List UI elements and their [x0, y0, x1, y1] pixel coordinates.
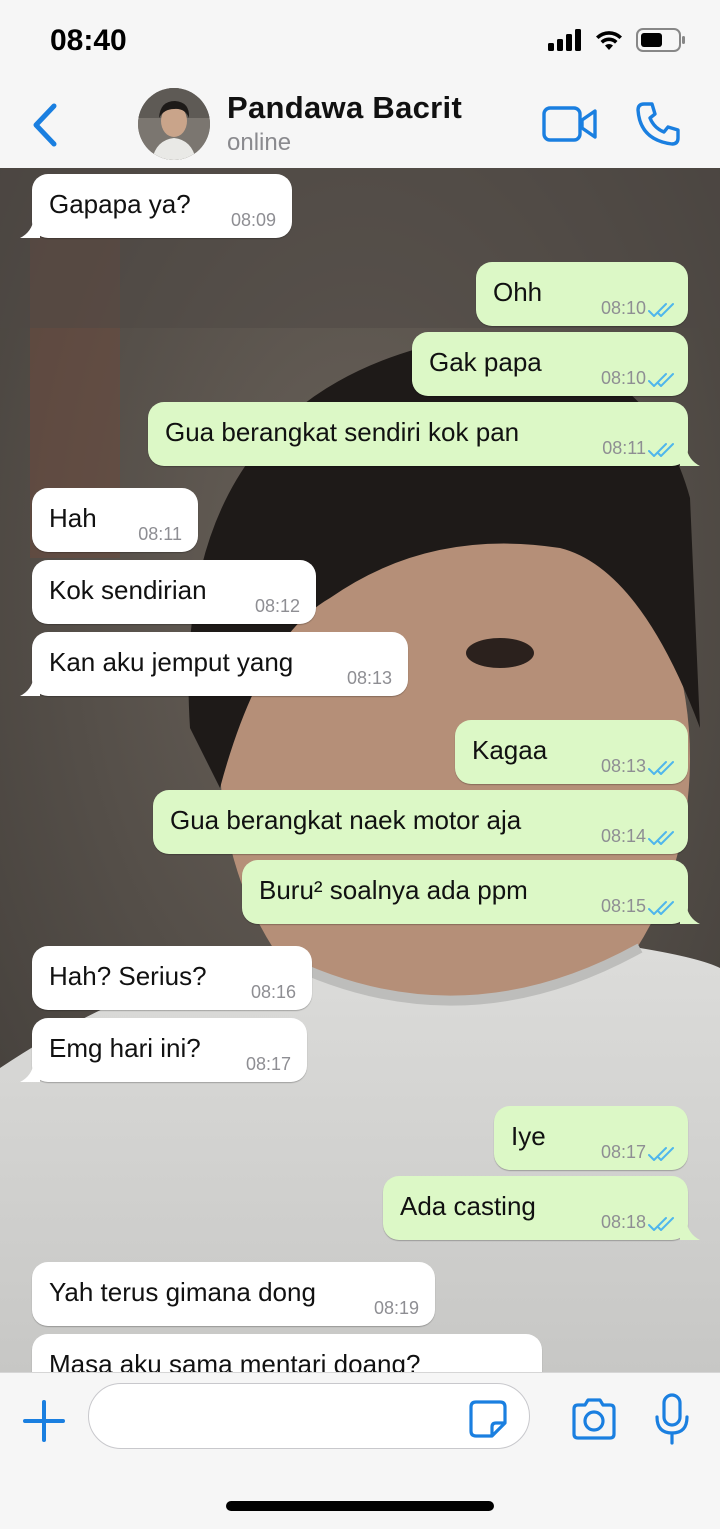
message-text: Gapapa ya?: [49, 189, 191, 219]
outgoing-message[interactable]: Gak papa 08:10: [412, 332, 688, 396]
read-receipt-ticks-icon: [648, 1217, 674, 1231]
read-receipt-ticks-icon: [648, 761, 674, 775]
input-bar: [0, 1372, 720, 1529]
microphone-icon[interactable]: [654, 1393, 690, 1445]
bubble-tail: [20, 218, 40, 238]
read-receipt-ticks-icon: [648, 901, 674, 915]
chat-header: Pandawa Bacrit online: [0, 84, 720, 169]
contact-status: online: [227, 129, 292, 156]
message-time: 08:17: [600, 1142, 646, 1162]
message-input[interactable]: [88, 1383, 530, 1449]
outgoing-message[interactable]: Buru² soalnya ada ppm 08:15: [242, 860, 700, 924]
message-text: Gua berangkat sendiri kok pan: [165, 417, 520, 447]
incoming-message[interactable]: Hah? Serius? 08:16: [32, 946, 312, 1010]
message-text: Ohh: [493, 277, 543, 307]
message-text: Ada casting: [400, 1191, 536, 1221]
outgoing-message[interactable]: Kagaa 08:13: [455, 720, 688, 784]
message-text: Iye: [511, 1121, 546, 1151]
home-indicator: [226, 1501, 494, 1511]
message-time: 08:12: [254, 596, 300, 616]
message-time: 08:09: [230, 210, 276, 230]
read-receipt-ticks-icon: [648, 1147, 674, 1161]
contact-avatar[interactable]: [138, 88, 210, 160]
read-receipt-ticks-icon: [648, 443, 674, 457]
battery-icon: [636, 28, 685, 52]
outgoing-message[interactable]: Gua berangkat naek motor aja 08:14: [153, 790, 688, 854]
status-time: 08:40: [50, 24, 127, 57]
message-time: 08:13: [600, 756, 646, 776]
message-text: Hah? Serius?: [49, 961, 207, 991]
phone-call-icon[interactable]: [634, 100, 682, 148]
message-time: 08:15: [600, 896, 646, 916]
message-time: 08:17: [245, 1054, 291, 1074]
read-receipt-ticks-icon: [648, 831, 674, 845]
message-time: 08:13: [346, 668, 392, 688]
message-time: 08:10: [600, 298, 646, 318]
outgoing-message[interactable]: Ohh 08:10: [476, 262, 688, 326]
message-time: 08:14: [600, 826, 646, 846]
message-time: 08:16: [250, 982, 296, 1002]
bubble-tail: [680, 1220, 700, 1240]
read-receipt-ticks-icon: [648, 373, 674, 387]
cellular-signal-icon: [548, 29, 581, 51]
bubble-tail: [680, 446, 700, 466]
chat-area[interactable]: Gapapa ya? 08:09 Ohh 08:10 Gak papa 08:10 Gua …: [0, 168, 720, 1372]
incoming-message[interactable]: Yah terus gimana dong 08:19: [32, 1262, 435, 1326]
message-text: Kok sendirian: [49, 575, 207, 605]
message-text: Hah: [49, 503, 97, 533]
bubble-tail: [20, 1062, 40, 1082]
incoming-message[interactable]: Gapapa ya? 08:09: [20, 174, 292, 238]
message-time: 08:10: [600, 368, 646, 388]
bubble-tail: [20, 676, 40, 696]
message-text: Gua berangkat naek motor aja: [170, 805, 522, 835]
outgoing-message[interactable]: Iye 08:17: [494, 1106, 688, 1170]
incoming-message[interactable]: Kan aku jemput yang 08:13: [20, 632, 408, 696]
message-text: Buru² soalnya ada ppm: [259, 875, 528, 905]
status-icons: [548, 28, 686, 52]
message-text: Emg hari ini?: [49, 1033, 201, 1063]
message-text: Kagaa: [472, 735, 548, 765]
wifi-icon: [596, 31, 622, 50]
message-text: Gak papa: [429, 347, 542, 377]
outgoing-message[interactable]: Ada casting 08:18: [383, 1176, 700, 1240]
contact-name[interactable]: Pandawa Bacrit: [227, 90, 462, 126]
outgoing-message[interactable]: Gua berangkat sendiri kok pan 08:11: [148, 402, 700, 466]
read-receipt-ticks-icon: [648, 303, 674, 317]
message-time: 08:11: [138, 524, 182, 544]
plus-icon[interactable]: [22, 1399, 66, 1443]
camera-icon[interactable]: [570, 1397, 618, 1441]
incoming-message[interactable]: Kok sendirian 08:12: [32, 560, 316, 624]
sticker-icon[interactable]: [468, 1399, 508, 1439]
message-text: Masa aku sama mentari doang?: [49, 1349, 421, 1372]
message-time: 08:18: [600, 1212, 646, 1232]
bubble-tail: [680, 904, 700, 924]
incoming-message[interactable]: Hah 08:11: [32, 488, 198, 552]
message-text: Kan aku jemput yang: [49, 647, 294, 677]
avatar-photo: [138, 88, 210, 160]
message-text: Yah terus gimana dong: [49, 1277, 316, 1307]
incoming-message[interactable]: Masa aku sama mentari doang?08:19: [32, 1334, 542, 1372]
incoming-message[interactable]: Emg hari ini? 08:17: [20, 1018, 307, 1082]
message-time: 08:19: [373, 1298, 419, 1318]
message-time: 08:11: [602, 438, 646, 458]
video-call-icon[interactable]: [542, 104, 598, 144]
status-bar: 08:40: [0, 0, 720, 84]
back-chevron-icon[interactable]: [26, 98, 66, 152]
